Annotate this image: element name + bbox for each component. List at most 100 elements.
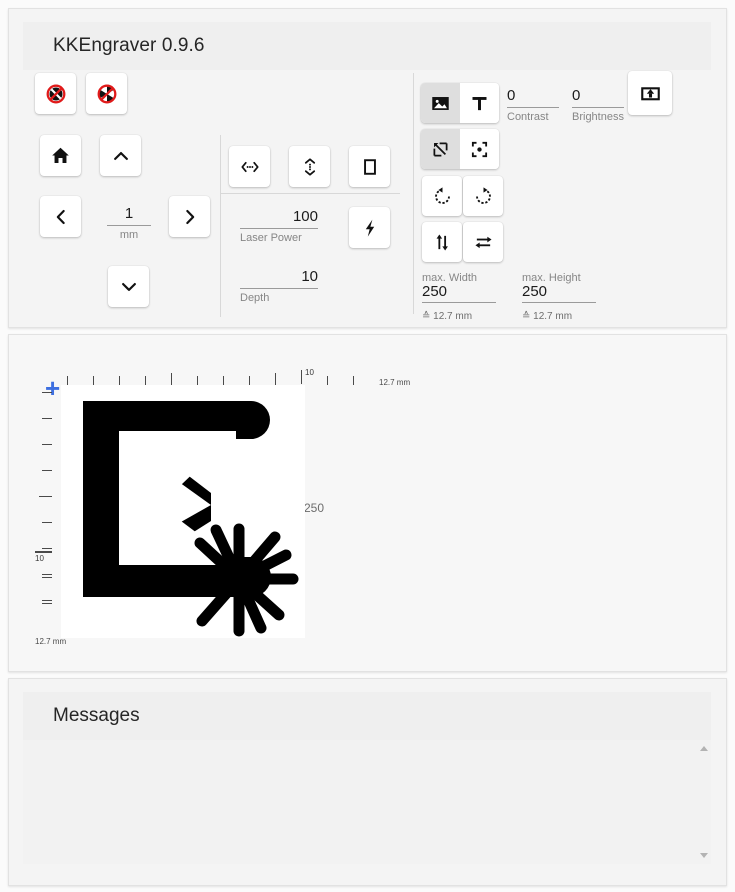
ruler-tick-top-major (275, 373, 276, 385)
messages-title: Messages (53, 705, 140, 726)
ruler-left-number: 10 (35, 554, 44, 563)
scale-diagonal-icon (433, 142, 448, 156)
rotate-right-icon (475, 186, 491, 204)
origin-crosshair[interactable]: + (45, 375, 60, 401)
contrast-field[interactable]: 0 Contrast (507, 87, 559, 123)
chevron-right-icon (185, 209, 194, 224)
rotate-left-button[interactable] (422, 176, 462, 216)
ruler-tick-left (42, 548, 52, 549)
rotate-right-button[interactable] (463, 176, 503, 216)
app-header: KKEngraver 0.9.6 (23, 22, 711, 70)
divider-left (220, 135, 221, 317)
flip-vertical-button[interactable] (422, 222, 462, 262)
scroll-down-icon[interactable] (700, 853, 708, 858)
canvas-dimension-label: 250 (304, 501, 325, 515)
ruler-tick-left (42, 444, 52, 445)
ruler-tick-top-origin (301, 370, 302, 384)
jog-step-field[interactable]: 1 mm (107, 205, 151, 241)
messages-panel: Messages (8, 678, 727, 886)
image-mode-button[interactable] (421, 83, 460, 123)
jog-down-button[interactable] (108, 266, 149, 307)
starburst-core (220, 560, 258, 598)
scroll-up-icon[interactable] (700, 746, 708, 751)
move-horizontal-icon (240, 161, 259, 172)
ruler-tick-top (327, 376, 328, 385)
source-mode-toggle[interactable] (421, 83, 499, 123)
fit-mode-toggle[interactable] (421, 129, 499, 169)
laser-power-value: 100 (240, 208, 318, 229)
ruler-tick-top (223, 376, 224, 385)
ruler-tick-top (353, 376, 354, 385)
upload-button[interactable] (628, 71, 672, 115)
move-vertical-icon (304, 157, 315, 176)
lightning-bolt-icon (365, 219, 374, 237)
chevron-down-icon (121, 282, 136, 291)
engrave-canvas[interactable] (61, 385, 305, 638)
messages-content (23, 740, 711, 752)
ruler-tick-top (93, 376, 94, 385)
preview-panel: + 10 12.7 mm 10 12.7 mm 250 (8, 334, 727, 672)
brightness-value: 0 (572, 87, 624, 108)
text-mode-button[interactable] (460, 83, 499, 123)
laser-power-field[interactable]: 100 Laser Power (240, 208, 318, 244)
max-width-field[interactable]: 250 (422, 283, 496, 303)
ruler-tick-top (249, 376, 250, 385)
chevron-up-icon (113, 151, 128, 160)
rotate-left-icon (434, 186, 450, 204)
jog-step-value: 1 (107, 205, 151, 226)
home-button[interactable] (40, 135, 81, 176)
move-vertical-button[interactable] (289, 146, 330, 187)
flip-vertical-icon (436, 233, 448, 251)
jog-right-button[interactable] (169, 196, 210, 237)
flip-horizontal-button[interactable] (463, 222, 503, 262)
max-width-mm: ≙ 12.7 mm (422, 311, 473, 322)
control-panel: KKEngraver 0.9.6 1 mm 100 Laser Power 10… (8, 8, 727, 328)
ruler-top-number: 10 (305, 368, 314, 377)
center-mode-button[interactable] (460, 129, 499, 169)
ruler-tick-top (119, 376, 120, 385)
ruler-tick-left (42, 522, 52, 523)
disconnect-button[interactable] (35, 73, 76, 114)
brightness-label: Brightness (572, 111, 624, 123)
jog-left-button[interactable] (40, 196, 81, 237)
move-horizontal-button[interactable] (229, 146, 270, 187)
ruler-tick-top (197, 376, 198, 385)
image-icon (432, 96, 449, 110)
ruler-left-unit: 12.7 mm (35, 637, 67, 646)
stop-spindle-button[interactable] (86, 73, 127, 114)
application-window: KKEngraver 0.9.6 1 mm 100 Laser Power 10… (0, 0, 735, 892)
messages-scrollbar[interactable] (697, 740, 711, 864)
contrast-label: Contrast (507, 111, 549, 123)
ruler-tick-left (42, 418, 52, 419)
messages-log[interactable] (23, 740, 711, 864)
contrast-value: 0 (507, 87, 559, 108)
chevron-left-icon (56, 209, 65, 224)
ruler-tick-top (145, 376, 146, 385)
ruler-tick-left-origin (35, 551, 52, 553)
artwork-preview (83, 401, 299, 637)
ruler-tick-left (42, 603, 52, 604)
jog-step-unit: mm (119, 229, 139, 241)
ruler-top-unit: 12.7 mm (379, 378, 411, 387)
text-icon (472, 96, 487, 110)
frame-button[interactable] (349, 146, 390, 187)
ruler-tick-top-major (171, 373, 172, 385)
scale-mode-button[interactable] (421, 129, 460, 169)
start-engrave-button[interactable] (349, 207, 390, 248)
ruler-tick-top (67, 376, 68, 385)
jog-up-button[interactable] (100, 135, 141, 176)
depth-field[interactable]: 10 Depth (240, 268, 318, 304)
max-height-field[interactable]: 250 (522, 283, 596, 303)
brightness-field[interactable]: 0 Brightness (572, 87, 624, 123)
max-height-value: 250 (522, 283, 596, 303)
laser-power-label: Laser Power (240, 232, 302, 244)
center-focus-icon (471, 141, 488, 157)
no-connection-icon (46, 84, 65, 103)
depth-label: Depth (240, 292, 270, 304)
messages-header: Messages (23, 692, 711, 740)
ruler-tick-left (42, 577, 52, 578)
no-spindle-icon (97, 84, 116, 103)
upload-icon (640, 86, 660, 100)
sigma-top-cap (232, 401, 270, 439)
ruler-tick-left (42, 600, 52, 601)
